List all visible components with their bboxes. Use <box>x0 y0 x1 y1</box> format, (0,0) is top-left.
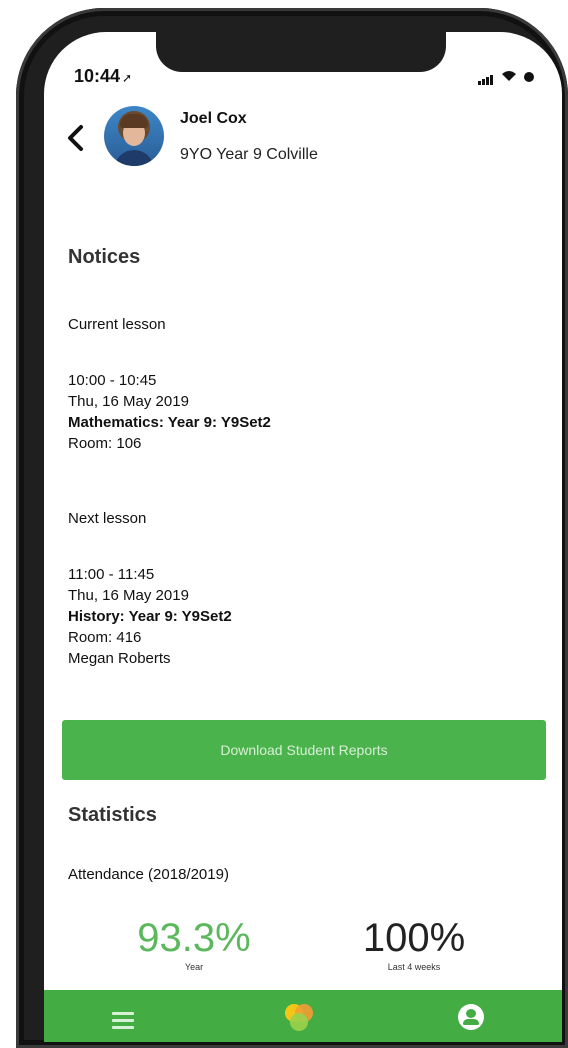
status-bar: 10:44 ➚ <box>44 66 562 90</box>
next-lesson-time: 11:00 - 11:45 <box>68 566 155 583</box>
student-header: Joel Cox 9YO Year 9 Colville <box>44 106 562 186</box>
student-class-info: 9YO Year 9 Colville <box>180 146 318 163</box>
current-lesson: 10:00 - 10:45 Thu, 16 May 2019 Mathemati… <box>68 370 271 454</box>
attendance-recent-caption: Last 4 weeks <box>387 962 441 972</box>
current-lesson-subject: Mathematics: Year 9: Y9Set2 <box>68 414 271 431</box>
attendance-year-stat: 93.3% Year <box>104 916 284 972</box>
attendance-recent-stat: 100% Last 4 weeks <box>324 916 504 972</box>
next-lesson: 11:00 - 11:45 Thu, 16 May 2019 History: … <box>68 564 232 669</box>
battery-icon <box>524 72 534 83</box>
location-arrow-icon: ➚ <box>122 71 133 85</box>
attendance-recent-value: 100% <box>362 916 466 960</box>
next-lesson-label: Next lesson <box>68 510 147 527</box>
chevron-left-icon[interactable] <box>66 124 84 158</box>
next-lesson-teacher: Megan Roberts <box>68 650 171 667</box>
status-icons <box>478 68 534 86</box>
bottom-tab-bar <box>44 990 562 1042</box>
current-lesson-room: Room: 106 <box>68 435 142 452</box>
cellular-signal-icon <box>478 69 494 86</box>
current-lesson-time: 10:00 - 10:45 <box>68 372 157 389</box>
notices-title: Notices <box>68 246 141 268</box>
attendance-year-caption: Year <box>184 962 204 972</box>
phone-frame: 10:44 ➚ Joel Cox 9YO Year 9 Colville Not… <box>16 8 568 1048</box>
next-lesson-date: Thu, 16 May 2019 <box>68 587 189 604</box>
wifi-icon <box>501 69 517 85</box>
download-reports-button[interactable]: Download Student Reports <box>62 720 546 780</box>
attendance-label: Attendance (2018/2019) <box>68 866 229 883</box>
next-lesson-room: Room: 416 <box>68 629 142 646</box>
hamburger-menu-icon[interactable] <box>112 1008 134 1033</box>
avatar <box>104 106 164 166</box>
student-name: Joel Cox <box>180 110 247 127</box>
attendance-year-value: 93.3% <box>137 916 251 960</box>
clock-time: 10:44 <box>74 66 121 86</box>
app-screen: 10:44 ➚ Joel Cox 9YO Year 9 Colville Not… <box>44 32 562 1042</box>
statistics-title: Statistics <box>68 804 157 826</box>
app-logo-icon[interactable] <box>282 1000 316 1039</box>
current-lesson-date: Thu, 16 May 2019 <box>68 393 189 410</box>
next-lesson-subject: History: Year 9: Y9Set2 <box>68 608 232 625</box>
status-time: 10:44 ➚ <box>74 66 132 87</box>
current-lesson-label: Current lesson <box>68 316 166 333</box>
